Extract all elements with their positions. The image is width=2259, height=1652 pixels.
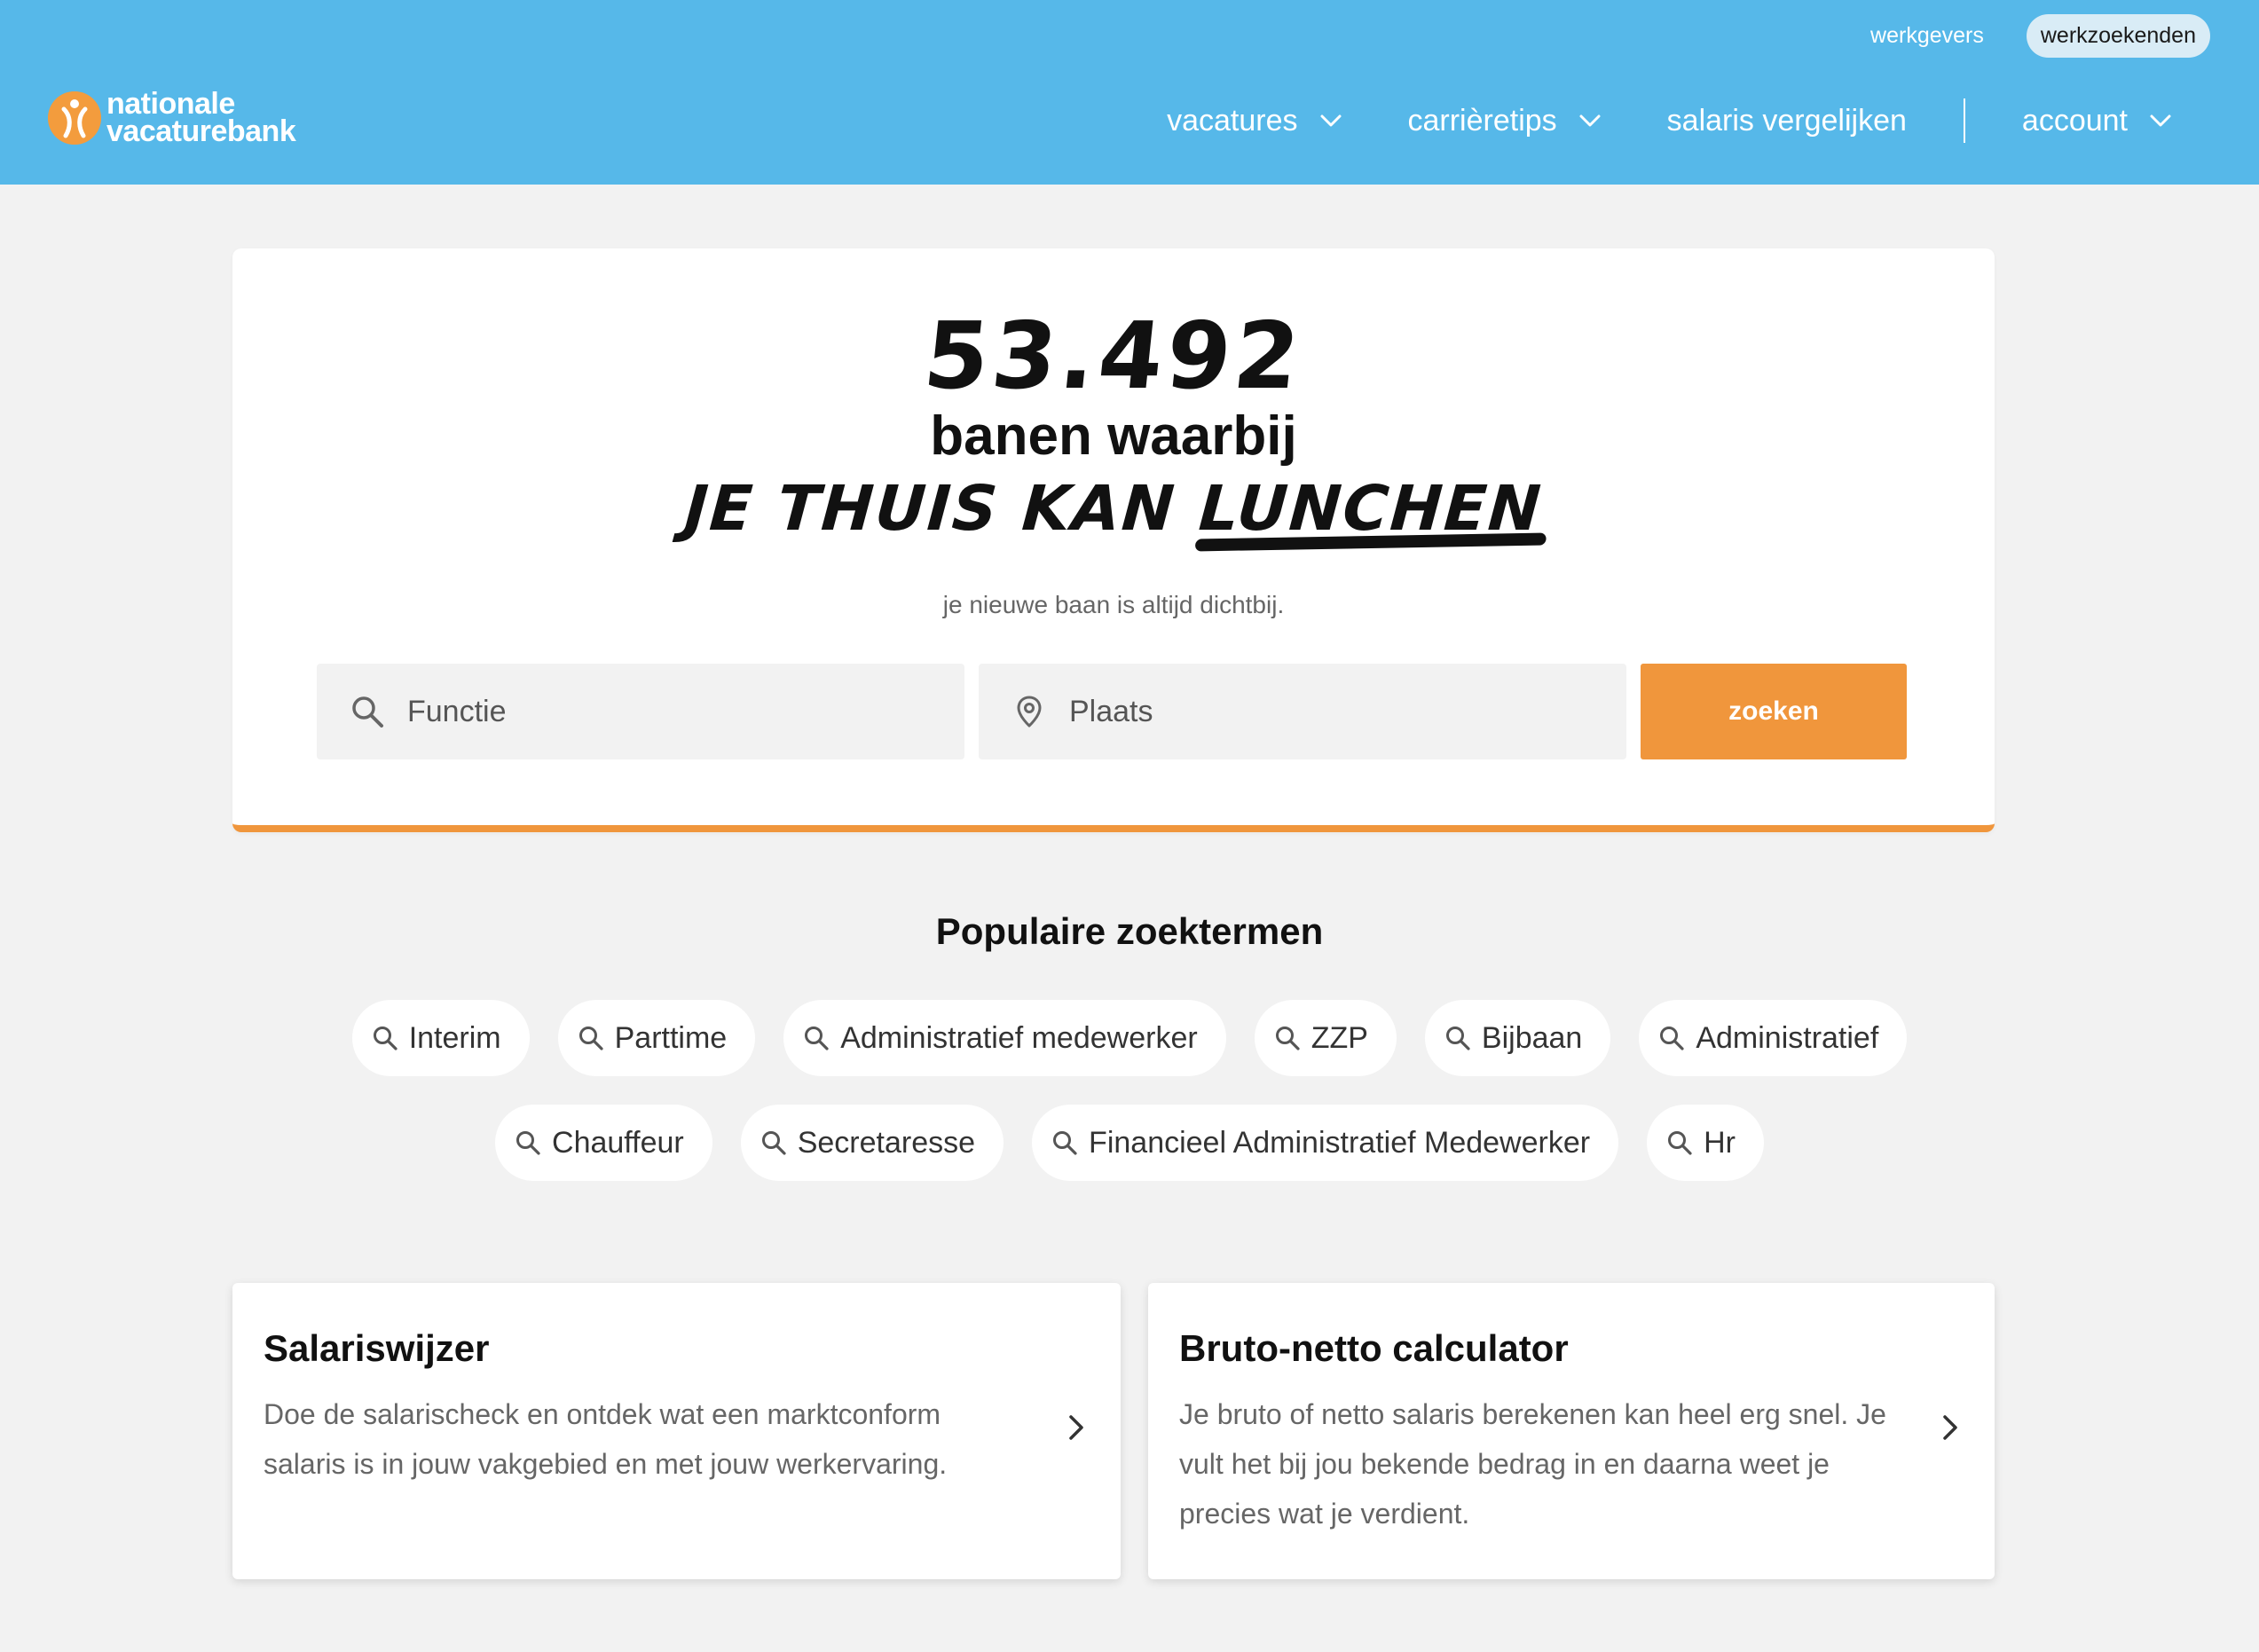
nav-salary-compare[interactable]: salaris vergelijken	[1667, 104, 1907, 138]
search-icon	[352, 696, 383, 728]
chip-financieel-administratief-medewerker[interactable]: Financieel Administratief Medewerker	[1032, 1105, 1619, 1181]
function-input[interactable]	[407, 694, 940, 729]
chip-hr[interactable]: Hr	[1647, 1105, 1764, 1181]
hero-tagline: JE THUIS KAN LUNCHEN	[230, 472, 1997, 545]
hero-subtitle: je nieuwe baan is altijd dichtbij.	[942, 591, 1285, 618]
chip-bijbaan[interactable]: Bijbaan	[1424, 1000, 1611, 1076]
chip-interim[interactable]: Interim	[351, 1000, 530, 1076]
chip-label: Bijbaan	[1481, 1020, 1583, 1055]
chip-secretaresse[interactable]: Secretaresse	[740, 1105, 1004, 1181]
chevron-right-icon	[1943, 1415, 1957, 1440]
nav-vacancies-label: vacatures	[1167, 103, 1298, 138]
search-icon	[1275, 1027, 1300, 1050]
chip-label: Parttime	[614, 1020, 728, 1055]
job-count: 53.492	[918, 302, 1309, 410]
chip-label: Secretaresse	[797, 1125, 976, 1160]
chip-label: Hr	[1704, 1125, 1736, 1160]
person-logo-icon	[48, 91, 101, 145]
card-title: Bruto-netto calculator	[1179, 1327, 1569, 1369]
logo-text: nationale vacaturebank	[106, 89, 296, 148]
nav-vacancies[interactable]: vacatures	[1167, 104, 1342, 138]
chevron-down-icon	[1320, 114, 1341, 127]
chip-chauffeur[interactable]: Chauffeur	[495, 1105, 712, 1181]
gross-net-calculator-card[interactable]: Bruto-netto calculator Je bruto of netto…	[1148, 1283, 1995, 1579]
nav-career-tips-label: carrièretips	[1407, 103, 1557, 138]
nav-account-label: account	[2021, 103, 2128, 138]
popular-chips-row-2: Chauffeur Secretaresse Financieel Admini…	[0, 1105, 2259, 1181]
chip-label: Financieel Administratief Medewerker	[1089, 1125, 1591, 1160]
chip-label: Chauffeur	[552, 1125, 684, 1160]
search-form: zoeken	[317, 664, 1907, 759]
nav-career-tips[interactable]: carrièretips	[1408, 104, 1602, 138]
salary-guide-card[interactable]: Salariswijzer Doe de salarischeck en ont…	[232, 1283, 1121, 1579]
hero-search-card: 53.492 banen waarbij JE THUIS KAN LUNCHE…	[232, 248, 1995, 832]
nav-salary-compare-label: salaris vergelijken	[1666, 103, 1907, 138]
search-icon	[1668, 1131, 1692, 1155]
function-field[interactable]	[317, 664, 964, 759]
chevron-down-icon	[1579, 114, 1601, 127]
place-input[interactable]	[1069, 694, 1602, 729]
search-icon	[1053, 1131, 1077, 1155]
popular-searches-title: Populaire zoektermen	[935, 910, 1324, 952]
chip-label: Interim	[408, 1020, 501, 1055]
audience-switch: werkgevers werkzoekenden	[1870, 14, 2210, 58]
search-icon	[1445, 1027, 1470, 1050]
search-button[interactable]: zoeken	[1641, 664, 1907, 759]
site-header: werkgevers werkzoekenden nationale vacat…	[0, 0, 2259, 185]
chip-label: ZZP	[1311, 1020, 1368, 1055]
search-icon	[761, 1131, 786, 1155]
card-description: Je bruto of netto salaris berekenen kan …	[1179, 1398, 1886, 1530]
hero-tagline-underlined: LUNCHEN	[1196, 472, 1545, 545]
search-icon	[805, 1027, 829, 1050]
card-title: Salariswijzer	[264, 1327, 490, 1369]
chip-administratief[interactable]: Administratief	[1639, 1000, 1908, 1076]
logo-line2: vacaturebank	[106, 114, 296, 148]
chip-zzp[interactable]: ZZP	[1254, 1000, 1397, 1076]
search-icon	[579, 1027, 603, 1050]
site-logo[interactable]: nationale vacaturebank	[48, 89, 296, 148]
chip-administratief-medewerker[interactable]: Administratief medewerker	[783, 1000, 1226, 1076]
nav-divider	[1963, 98, 1965, 143]
chevron-down-icon	[2150, 114, 2171, 127]
hero-tagline-prefix: JE THUIS KAN	[682, 472, 1202, 545]
hero-headline: banen waarbij	[930, 405, 1297, 467]
popular-chips-row-1: Interim Parttime Administratief medewerk…	[0, 1000, 2259, 1076]
employers-link[interactable]: werkgevers	[1870, 23, 1984, 49]
card-description: Doe de salarischeck en ontdek wat een ma…	[264, 1398, 948, 1480]
search-icon	[1660, 1027, 1684, 1050]
chip-label: Administratief	[1696, 1020, 1879, 1055]
main-nav: vacatures carrièretips salaris vergelijk…	[1167, 96, 2172, 146]
chip-label: Administratief medewerker	[840, 1020, 1198, 1055]
search-icon	[516, 1131, 540, 1155]
chevron-right-icon	[1069, 1415, 1083, 1440]
place-field[interactable]	[979, 664, 1626, 759]
nav-account[interactable]: account	[2022, 104, 2172, 138]
chip-parttime[interactable]: Parttime	[557, 1000, 756, 1076]
search-icon	[373, 1027, 397, 1050]
location-pin-icon	[1017, 696, 1042, 728]
jobseekers-link[interactable]: werkzoekenden	[2026, 14, 2210, 58]
